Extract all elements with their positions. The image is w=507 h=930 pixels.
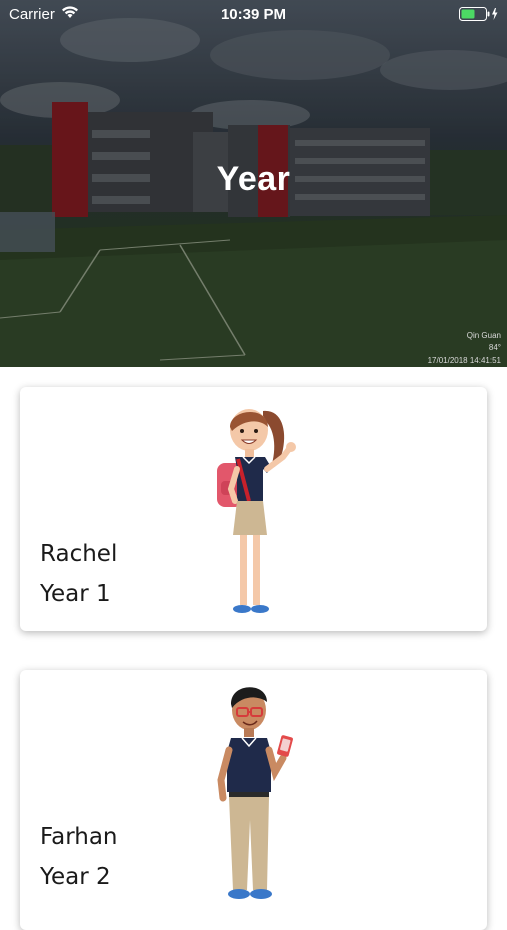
student-card[interactable]: Rachel Year 1 <box>20 387 487 631</box>
watermark-timestamp: 17/01/2018 14:41:51 <box>427 356 501 365</box>
student-card[interactable]: Farhan Year 2 <box>20 670 487 930</box>
header-banner: Year Qin Guan 84° 17/01/2018 14:41:51 <box>0 0 507 367</box>
student-year: Year 1 <box>40 581 111 607</box>
battery-icon <box>459 7 499 25</box>
watermark-temp: 84° <box>488 343 501 352</box>
girl-student-icon <box>217 409 296 613</box>
student-year: Year 2 <box>40 864 111 890</box>
boy-student-icon <box>217 687 293 899</box>
student-name: Rachel <box>40 541 118 567</box>
page-title: Year <box>216 160 291 198</box>
status-bar: Carrier 10:39 PM <box>0 0 507 28</box>
status-time: 10:39 PM <box>220 6 287 23</box>
student-name: Farhan <box>40 824 118 850</box>
watermark-name: Qin Guan <box>466 331 501 340</box>
